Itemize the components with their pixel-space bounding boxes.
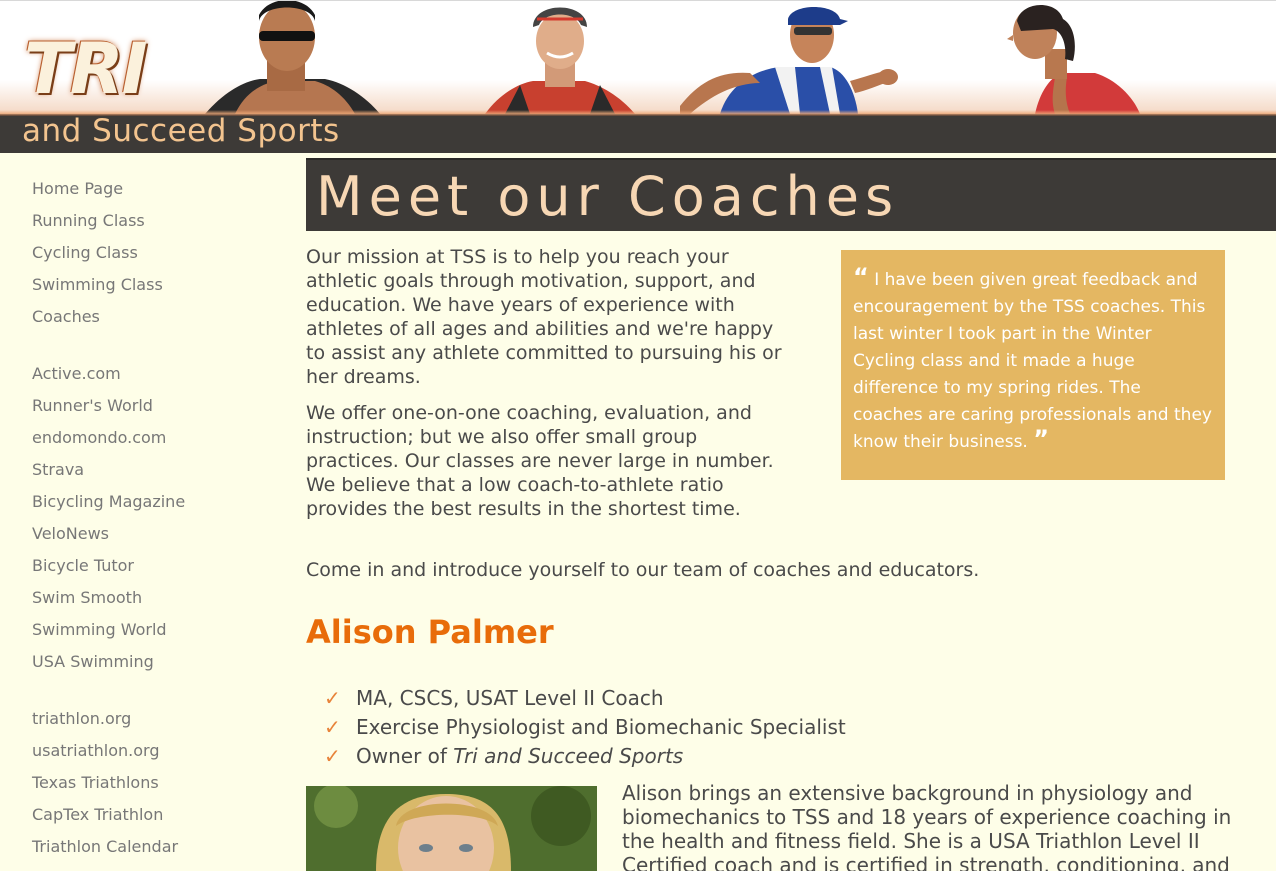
logo-subtitle[interactable]: and Succeed Sports xyxy=(22,111,340,151)
header-photo-cyclist xyxy=(485,1,635,114)
sidebar-item-velonews[interactable]: VeloNews xyxy=(32,518,185,550)
sidebar-group-site: Home Page Running Class Cycling Class Sw… xyxy=(32,173,163,333)
sidebar-item-strava[interactable]: Strava xyxy=(32,454,185,486)
credential-item: ✓ Owner of Tri and Succeed Sports xyxy=(324,742,846,771)
sidebar-nav: Home Page Running Class Cycling Class Sw… xyxy=(0,153,300,871)
sidebar-item-cycling[interactable]: Cycling Class xyxy=(32,237,163,269)
sidebar-item-usatriathlon[interactable]: usatriathlon.org xyxy=(32,735,178,767)
quote-open-icon: “ xyxy=(853,263,869,291)
header-photo-swimmer xyxy=(205,1,380,114)
sidebar-item-coaches[interactable]: Coaches xyxy=(32,301,163,333)
classes-paragraph: We offer one-on-one coaching, evaluation… xyxy=(306,402,774,520)
sidebar-group-resources: Active.com Runner's World endomondo.com … xyxy=(32,358,185,678)
main-content: Meet our Coaches Our mission at TSS is t… xyxy=(306,153,1276,871)
sidebar-link[interactable]: Bicycle Tutor xyxy=(32,556,134,575)
credential-text: Exercise Physiologist and Biomechanic Sp… xyxy=(356,715,846,739)
sidebar-link[interactable]: Triathlon Calendar xyxy=(32,837,178,856)
sidebar-link[interactable]: VeloNews xyxy=(32,524,109,543)
sidebar-item-usa-swimming[interactable]: USA Swimming xyxy=(32,646,185,678)
credentials-list: ✓ MA, CSCS, USAT Level II Coach ✓ Exercise… xyxy=(324,684,846,771)
sidebar-item-endomondo[interactable]: endomondo.com xyxy=(32,422,185,454)
sidebar-link[interactable]: Runner's World xyxy=(32,396,153,415)
sidebar-link[interactable]: Swimming Class xyxy=(32,275,163,294)
credential-text: MA, CSCS, USAT Level II Coach xyxy=(356,686,664,710)
check-icon: ✓ xyxy=(324,715,341,739)
check-icon: ✓ xyxy=(324,744,341,768)
credential-item: ✓ Exercise Physiologist and Biomechanic S… xyxy=(324,713,846,742)
sidebar-link[interactable]: Swimming World xyxy=(32,620,167,639)
coach-bio: Alison brings an extensive background in… xyxy=(622,781,1232,871)
header-photo-runner xyxy=(680,1,900,114)
intro-paragraph: Our mission at TSS is to help you reach … xyxy=(306,246,782,388)
sidebar-item-triathlon-org[interactable]: triathlon.org xyxy=(32,703,178,735)
sidebar-item-triathlon-calendar[interactable]: Triathlon Calendar xyxy=(32,831,178,863)
sidebar-link[interactable]: Texas Triathlons xyxy=(32,773,159,792)
sidebar-item-home[interactable]: Home Page xyxy=(32,173,163,205)
coach-photo xyxy=(306,786,597,871)
sidebar-link[interactable]: endomondo.com xyxy=(32,428,166,447)
sidebar-link[interactable]: Running Class xyxy=(32,211,145,230)
sidebar-link[interactable]: USA Swimming xyxy=(32,652,154,671)
sidebar-link[interactable]: triathlon.org xyxy=(32,709,131,728)
sidebar-item-swimming-world[interactable]: Swimming World xyxy=(32,614,185,646)
check-icon: ✓ xyxy=(324,686,341,710)
logo-tri[interactable]: TRI xyxy=(24,29,148,109)
sidebar-link[interactable]: Bicycling Magazine xyxy=(32,492,185,511)
company-name: Tri and Succeed Sports xyxy=(453,744,684,768)
sidebar-link[interactable]: Active.com xyxy=(32,364,121,383)
sidebar-link[interactable]: Coaches xyxy=(32,307,100,326)
sidebar-item-captex[interactable]: CapTex Triathlon xyxy=(32,799,178,831)
coach-name: Alison Palmer xyxy=(306,613,554,651)
sidebar-item-texas-triathlons[interactable]: Texas Triathlons xyxy=(32,767,178,799)
sidebar-link[interactable]: Strava xyxy=(32,460,84,479)
sidebar-link[interactable]: usatriathlon.org xyxy=(32,741,160,760)
quote-close-icon: ” xyxy=(1033,425,1050,453)
header-photo-woman xyxy=(995,1,1145,114)
sidebar-item-bicycling-magazine[interactable]: Bicycling Magazine xyxy=(32,486,185,518)
sidebar-link[interactable]: CapTex Triathlon xyxy=(32,805,163,824)
sidebar-item-swim-smooth[interactable]: Swim Smooth xyxy=(32,582,185,614)
credential-item: ✓ MA, CSCS, USAT Level II Coach xyxy=(324,684,846,713)
sidebar-item-swimming[interactable]: Swimming Class xyxy=(32,269,163,301)
sidebar-link[interactable]: Cycling Class xyxy=(32,243,138,262)
sidebar-link[interactable]: Home Page xyxy=(32,179,123,198)
sidebar-item-active[interactable]: Active.com xyxy=(32,358,185,390)
sidebar-item-bicycle-tutor[interactable]: Bicycle Tutor xyxy=(32,550,185,582)
title-bar: Meet our Coaches xyxy=(306,158,1276,231)
credential-text: Owner of xyxy=(356,744,454,768)
sidebar-link[interactable]: Swim Smooth xyxy=(32,588,142,607)
sidebar-item-running[interactable]: Running Class xyxy=(32,205,163,237)
site-header: TRI and Succeed Sports xyxy=(0,0,1276,153)
sidebar-item-runners-world[interactable]: Runner's World xyxy=(32,390,185,422)
introduce-paragraph: Come in and introduce yourself to our te… xyxy=(306,559,980,581)
testimonial-quote: “ I have been given great feedback and e… xyxy=(841,250,1225,480)
sidebar-group-triathlon: triathlon.org usatriathlon.org Texas Tri… xyxy=(32,703,178,863)
page-title: Meet our Coaches xyxy=(316,165,900,228)
